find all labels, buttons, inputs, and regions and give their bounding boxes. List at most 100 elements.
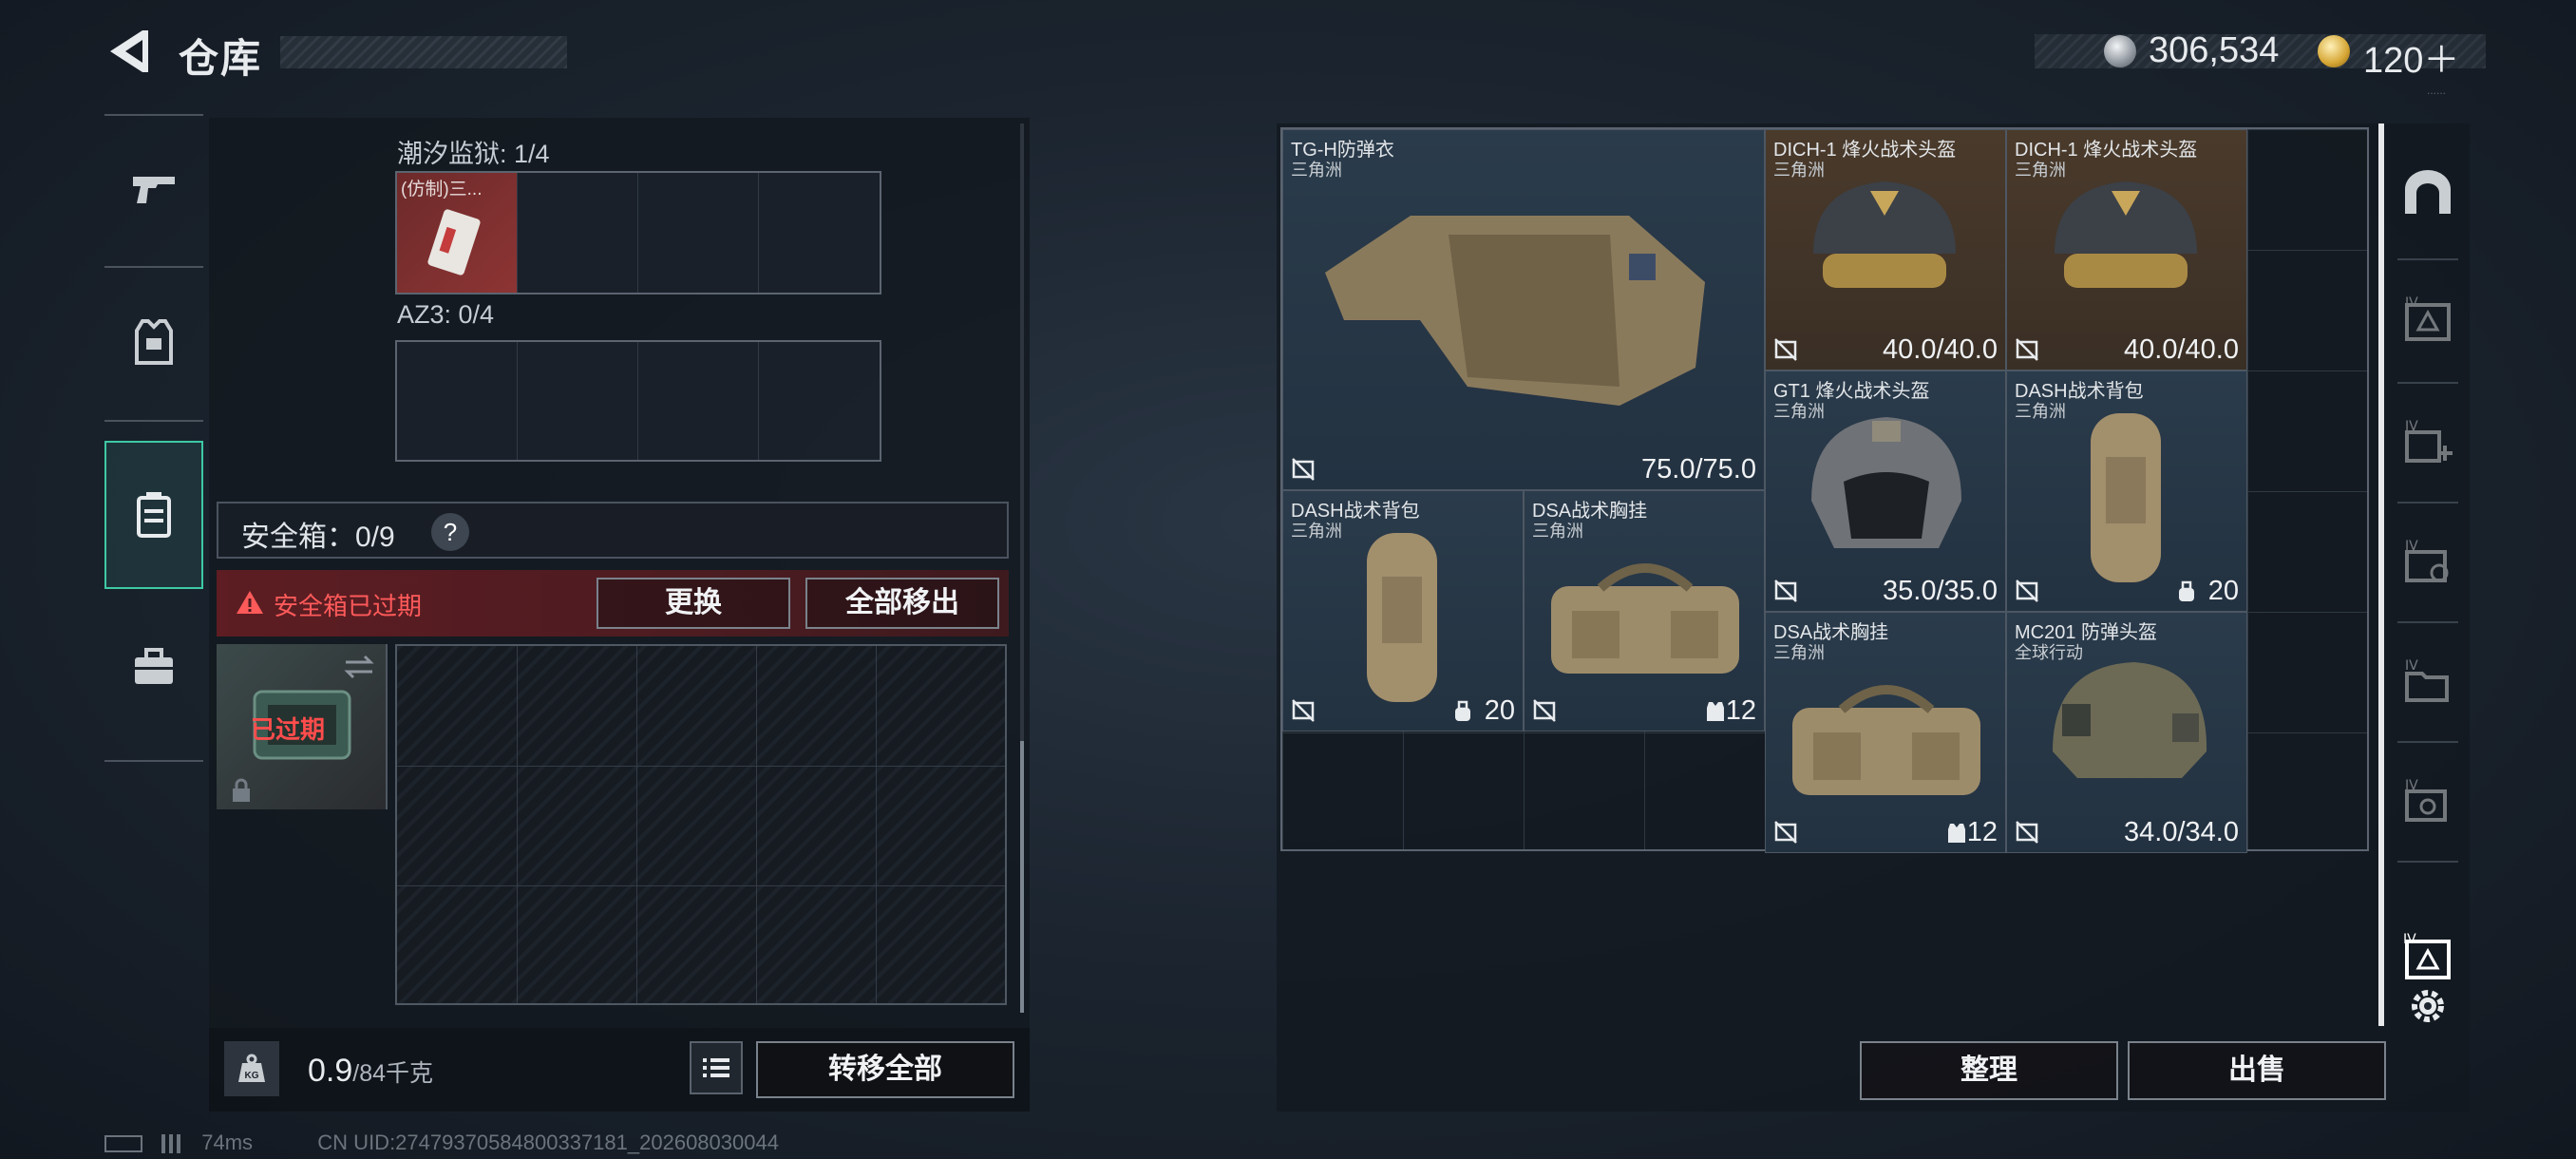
help-icon[interactable]: ? bbox=[431, 513, 469, 551]
capacity-icon bbox=[2179, 580, 2194, 601]
item-capacity: 12 bbox=[1966, 817, 1998, 847]
safe-case-capacity: 安全箱：0/9 bbox=[241, 522, 395, 553]
rail-case-5[interactable]: IV bbox=[2386, 743, 2470, 863]
stash-item[interactable]: DSA战术胸挂 三角洲 12 bbox=[1524, 490, 1765, 732]
empty-slot[interactable] bbox=[759, 173, 880, 293]
no-trade-icon bbox=[1774, 821, 1797, 844]
stash-item[interactable]: DASH战术背包 三角洲 20 bbox=[1282, 490, 1524, 732]
svg-text:IV: IV bbox=[2405, 658, 2418, 674]
az3-slot-label: AZ3: 0/4 bbox=[397, 300, 495, 329]
transfer-all-button[interactable]: 转移全部 bbox=[756, 1041, 1014, 1098]
vest-capacity-icon bbox=[1707, 702, 1724, 721]
move-all-out-button[interactable]: 全部移出 bbox=[805, 578, 999, 629]
nav-safe-case[interactable] bbox=[104, 441, 203, 589]
silver-coin-icon bbox=[2104, 35, 2136, 67]
no-trade-icon bbox=[1774, 338, 1797, 361]
svg-text:IV: IV bbox=[2403, 932, 2416, 947]
no-trade-icon bbox=[2016, 338, 2038, 361]
no-trade-icon bbox=[2016, 580, 2038, 602]
gun-icon bbox=[133, 177, 175, 203]
prison-slot-grid: (仿制)三... bbox=[395, 171, 881, 294]
no-trade-icon bbox=[2016, 821, 2038, 844]
item-capacity: 20 bbox=[2207, 576, 2239, 606]
title-decoration bbox=[280, 36, 567, 68]
empty-slot[interactable] bbox=[518, 342, 638, 460]
stash-item[interactable]: DSA战术胸挂 三角洲 12 bbox=[1765, 612, 2006, 853]
stash-item[interactable]: GT1 烽火战术头盔 三角洲 35.0/35.0 bbox=[1765, 370, 2006, 612]
list-icon bbox=[703, 1058, 729, 1077]
case-tier4-add-icon: IV bbox=[2405, 419, 2453, 463]
stash-item[interactable]: TG-H防弹衣 三角洲 75.0/75.0 bbox=[1282, 129, 1765, 490]
settings-icon bbox=[2412, 990, 2444, 1022]
right-scrollbar-thumb[interactable] bbox=[2378, 124, 2384, 1026]
replace-button[interactable]: 更换 bbox=[597, 578, 790, 629]
vault-door-icon bbox=[2405, 170, 2451, 214]
key-card-icon bbox=[427, 209, 481, 276]
item-origin: 三角洲 bbox=[1291, 522, 1342, 541]
svg-text:IV: IV bbox=[2405, 295, 2418, 311]
tactical-helmet-icon bbox=[2055, 181, 2197, 288]
no-trade-icon bbox=[1292, 458, 1315, 481]
safe-case-grid[interactable] bbox=[395, 644, 1007, 1005]
item-durability: 34.0/34.0 bbox=[2124, 817, 2239, 847]
version-text: ...... bbox=[2427, 84, 2447, 97]
safe-case-thumbnail[interactable]: 已过期 bbox=[217, 644, 388, 809]
expired-notice-bar: 安全箱已过期 更换 全部移出 bbox=[217, 570, 1009, 636]
left-scrollbar-thumb[interactable] bbox=[1020, 741, 1024, 1013]
back-arrow-icon bbox=[110, 30, 148, 72]
tactical-helmet-icon bbox=[1811, 417, 1961, 548]
item-durability: 35.0/35.0 bbox=[1883, 576, 1998, 606]
gold-currency-amount[interactable]: 120＋ bbox=[2363, 30, 2459, 83]
rail-case-4[interactable]: IV bbox=[2386, 623, 2470, 743]
item-capacity: 20 bbox=[1484, 695, 1515, 726]
backpack-icon bbox=[2091, 413, 2161, 582]
item-capacity: 12 bbox=[1725, 695, 1756, 726]
rail-vault[interactable] bbox=[2386, 133, 2470, 253]
item-origin: 三角洲 bbox=[1773, 643, 1825, 662]
stash-item[interactable]: DICH-1 烽火战术头盔 三角洲 40.0/40.0 bbox=[1765, 129, 2006, 370]
weight-current: 0.9 bbox=[308, 1053, 353, 1089]
right-rail: IV IV IV IV IV IV bbox=[2386, 124, 2470, 1036]
sell-button[interactable]: 出售 bbox=[2128, 1041, 2386, 1100]
empty-slot[interactable] bbox=[638, 173, 759, 293]
chest-rig-icon bbox=[1551, 563, 1739, 674]
empty-slot[interactable] bbox=[518, 173, 638, 293]
empty-slot[interactable] bbox=[397, 342, 518, 460]
stash-item[interactable]: DASH战术背包 三角洲 20 bbox=[2006, 370, 2247, 612]
back-button[interactable] bbox=[104, 25, 152, 78]
ballistic-helmet-icon bbox=[2053, 662, 2207, 778]
rail-case-2[interactable]: IV bbox=[2386, 384, 2470, 504]
left-nav bbox=[104, 114, 203, 762]
empty-slot[interactable] bbox=[638, 342, 759, 460]
fake-item-slot[interactable]: (仿制)三... bbox=[397, 173, 518, 293]
rail-case-1[interactable]: IV bbox=[2386, 260, 2470, 380]
warning-icon bbox=[237, 591, 263, 614]
settings-button[interactable] bbox=[2386, 971, 2470, 1041]
nav-armor[interactable] bbox=[104, 268, 203, 416]
item-durability: 40.0/40.0 bbox=[2124, 334, 2239, 365]
tactical-helmet-icon bbox=[1813, 181, 1956, 288]
stash-item[interactable]: MC201 防弹头盔 全球行动 34.0/34.0 bbox=[2006, 612, 2247, 853]
stash-grid: TG-H防弹衣 三角洲 75.0/75.0 DICH-1 烽火战术头盔 三角洲 … bbox=[1280, 127, 2369, 853]
sort-button[interactable]: 整理 bbox=[1860, 1041, 2118, 1100]
toolbox-icon bbox=[135, 648, 173, 684]
nav-weapons[interactable] bbox=[104, 116, 203, 264]
rail-case-3[interactable]: IV bbox=[2386, 504, 2470, 623]
no-trade-icon bbox=[1533, 699, 1556, 722]
stash-item[interactable]: DICH-1 烽火战术头盔 三角洲 40.0/40.0 bbox=[2006, 129, 2247, 370]
item-origin: 三角洲 bbox=[1532, 522, 1583, 541]
weight-bar: KG 0.9/84千克 转移全部 bbox=[209, 1028, 1030, 1112]
empty-slot[interactable] bbox=[759, 342, 880, 460]
item-durability: 75.0/75.0 bbox=[1641, 454, 1756, 484]
no-trade-icon bbox=[1292, 699, 1315, 722]
swap-icon[interactable] bbox=[342, 654, 376, 680]
case-tier4-icon: IV bbox=[2405, 295, 2451, 341]
backpack-icon bbox=[1367, 533, 1437, 702]
nav-toolbox[interactable] bbox=[104, 593, 203, 741]
list-view-button[interactable] bbox=[690, 1041, 743, 1094]
prison-slot-label: 潮汐监狱: 1/4 bbox=[397, 140, 550, 168]
vest-capacity-icon bbox=[1948, 824, 1965, 843]
item-durability: 40.0/40.0 bbox=[1883, 334, 1998, 365]
svg-text:IV: IV bbox=[2405, 778, 2418, 793]
svg-text:IV: IV bbox=[2405, 539, 2418, 554]
